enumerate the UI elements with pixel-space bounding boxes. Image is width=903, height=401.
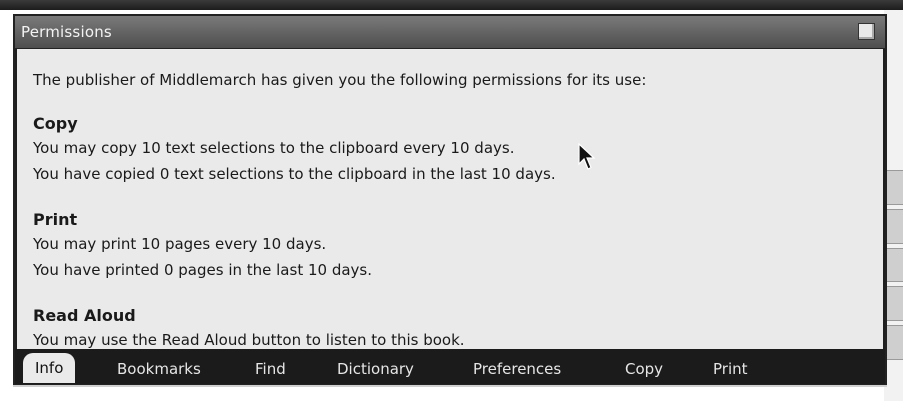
- read-aloud-permission-section: Read Aloud You may use the Read Aloud bu…: [33, 305, 465, 349]
- intro-text: The publisher of Middlemarch has given y…: [33, 71, 647, 89]
- tab-dictionary[interactable]: Dictionary: [325, 357, 426, 381]
- section-heading-copy: Copy: [33, 114, 78, 133]
- permission-line: You may print 10 pages every 10 days.: [33, 235, 327, 253]
- permissions-content: The publisher of Middlemarch has given y…: [17, 49, 883, 349]
- tab-copy[interactable]: Copy: [613, 357, 675, 381]
- close-box-icon[interactable]: [858, 23, 875, 40]
- mouse-pointer-icon: [578, 143, 596, 170]
- permissions-panel: Permissions The publisher of Middlemarch…: [13, 14, 887, 386]
- tab-find[interactable]: Find: [243, 357, 298, 381]
- print-permission-section: Print You may print 10 pages every 10 da…: [33, 209, 372, 283]
- tab-print[interactable]: Print: [701, 357, 760, 381]
- permission-line: You may use the Read Aloud button to lis…: [33, 331, 465, 349]
- bottom-divider: [13, 385, 887, 387]
- usage-line: You have printed 0 pages in the last 10 …: [33, 261, 372, 279]
- bottom-tab-bar: Info Bookmarks Find Dictionary Preferenc…: [15, 349, 885, 384]
- tab-info[interactable]: Info: [23, 353, 76, 383]
- top-edge-strip: [0, 0, 903, 10]
- section-heading-print: Print: [33, 210, 78, 229]
- section-heading-read-aloud: Read Aloud: [33, 306, 136, 325]
- window-title: Permissions: [21, 23, 112, 41]
- permission-line: You may copy 10 text selections to the c…: [33, 139, 515, 157]
- tab-bookmarks[interactable]: Bookmarks: [105, 357, 213, 381]
- copy-permission-section: Copy You may copy 10 text selections to …: [33, 113, 556, 187]
- title-bar[interactable]: Permissions: [15, 16, 885, 49]
- tab-preferences[interactable]: Preferences: [461, 357, 573, 381]
- usage-line: You have copied 0 text selections to the…: [33, 165, 556, 183]
